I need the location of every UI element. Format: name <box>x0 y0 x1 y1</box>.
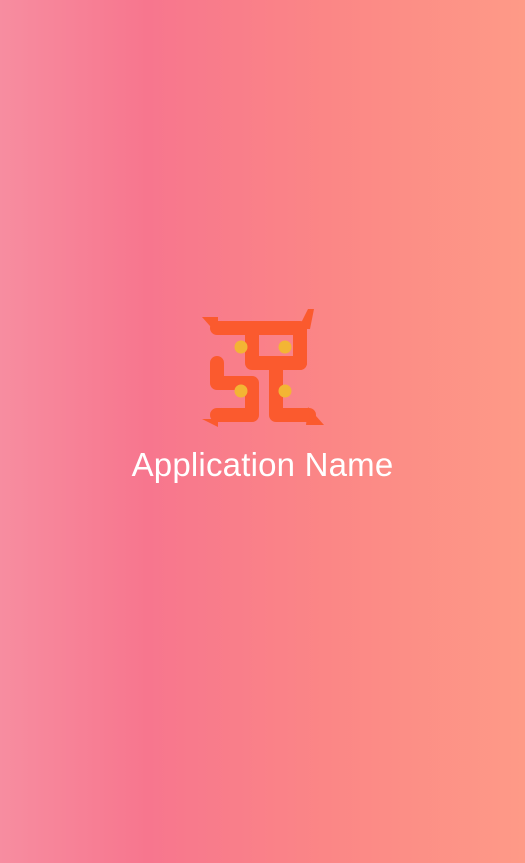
swastika-icon <box>202 309 324 427</box>
splash-screen: Application Name <box>0 0 525 863</box>
app-name-label: Application Name <box>131 446 394 483</box>
